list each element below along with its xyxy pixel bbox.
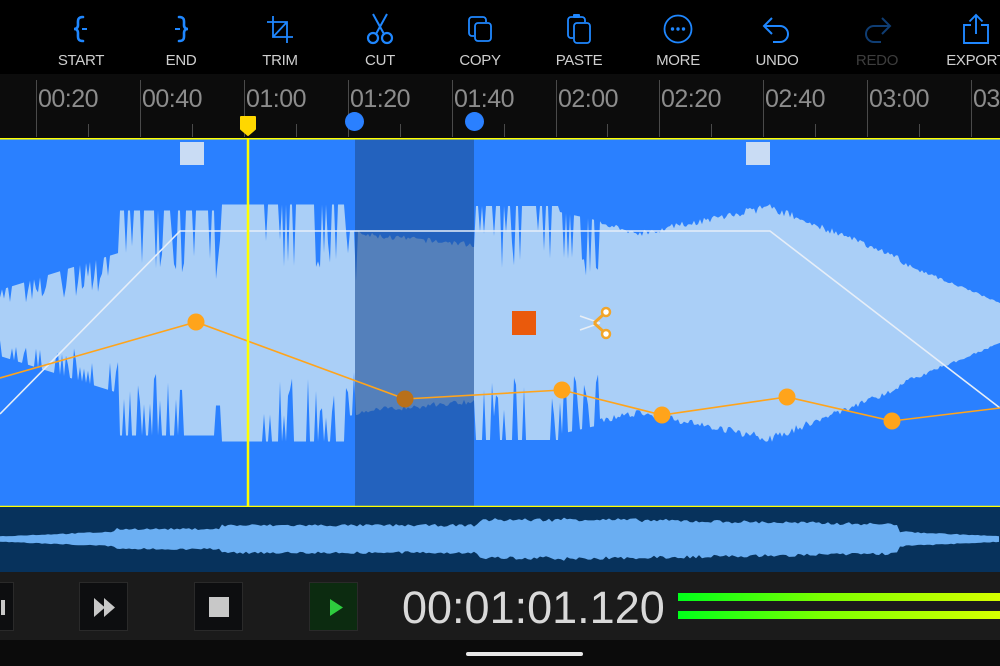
copy-label: COPY: [459, 52, 501, 69]
fade-out-handle[interactable]: [746, 142, 770, 165]
home-indicator-area: [0, 640, 1000, 666]
more-label: MORE: [656, 52, 700, 69]
ellipsis-circle-icon: [663, 14, 693, 44]
cut-button[interactable]: CUT: [330, 0, 430, 74]
ruler-minor-tick: [400, 124, 401, 137]
start-label: START: [57, 52, 105, 69]
end-button[interactable]: END: [131, 0, 231, 74]
ruler-major-tick: [763, 80, 764, 137]
copy-icon: [468, 16, 492, 42]
paste-label: PASTE: [555, 52, 603, 69]
crop-icon: [267, 16, 293, 43]
fast-forward-button[interactable]: [79, 582, 128, 631]
trim-button[interactable]: TRIM: [230, 0, 330, 74]
volume-point[interactable]: [553, 381, 571, 399]
ruler-time-label: 01:40: [454, 85, 515, 113]
ruler-time-label: 02:20: [661, 85, 722, 113]
timeline-ruler[interactable]: 00:20 00:40 01:00 01:20 01:40 02:00 02:20 02:40…: [0, 74, 1000, 138]
ruler-major-tick: [971, 80, 972, 137]
volume-point[interactable]: [883, 412, 901, 430]
overview-waveform-shape: [0, 517, 999, 561]
rewind-button[interactable]: [0, 582, 14, 631]
level-meter-right: [678, 611, 1000, 619]
ruler-time-label: 01:20: [350, 85, 411, 113]
ruler-time-label: 03:00: [869, 85, 930, 113]
volume-point[interactable]: [778, 388, 796, 406]
rewind-icon: [1, 600, 5, 615]
ruler-major-tick: [867, 80, 868, 137]
fast-forward-icon: [94, 598, 115, 617]
play-icon: [330, 599, 343, 616]
volume-point[interactable]: [653, 406, 671, 424]
ruler-minor-tick: [192, 124, 193, 137]
more-button[interactable]: MORE: [628, 0, 728, 74]
ruler-minor-tick: [504, 124, 505, 137]
overview-waveform[interactable]: [0, 507, 1000, 572]
copy-button[interactable]: COPY: [430, 0, 530, 74]
ruler-time-label: 00:40: [142, 85, 203, 113]
toolbar-partial-button[interactable]: R: [0, 0, 32, 74]
undo-arrow-icon: [762, 17, 789, 43]
ruler-minor-tick: [815, 124, 816, 137]
ruler-time-label: 01:00: [246, 85, 307, 113]
selection-end-handle[interactable]: [465, 112, 484, 131]
waveform-editor[interactable]: [0, 138, 1000, 508]
toolbar: R START END TRIM CUT: [0, 0, 1000, 74]
fade-in-handle[interactable]: [180, 142, 204, 165]
clipboard-icon: [567, 14, 591, 44]
selection-start-handle[interactable]: [345, 112, 364, 131]
set-end-brace-icon: [175, 15, 189, 43]
playhead-marker-icon[interactable]: [239, 115, 257, 137]
set-start-brace-icon: [73, 15, 87, 43]
ruler-minor-tick: [607, 124, 608, 137]
end-label: END: [165, 52, 197, 69]
undo-label: UNDO: [755, 52, 799, 69]
ruler-time-label: 02:00: [558, 85, 619, 113]
ruler-time-label: 03:20: [973, 85, 1000, 113]
play-button[interactable]: [309, 582, 358, 631]
ruler-time-label: 00:20: [38, 85, 99, 113]
ruler-minor-tick: [919, 124, 920, 137]
undo-button[interactable]: UNDO: [727, 0, 827, 74]
ruler-major-tick: [36, 80, 37, 137]
stop-icon: [209, 597, 229, 617]
volume-point[interactable]: [187, 313, 205, 331]
ruler-major-tick: [556, 80, 557, 137]
export-label: EXPORT: [946, 52, 1000, 69]
ruler-major-tick: [659, 80, 660, 137]
start-button[interactable]: START: [31, 0, 131, 74]
trim-label: TRIM: [262, 52, 298, 69]
transport-bar: 00:01:01.120: [0, 572, 1000, 640]
redo-arrow-icon: [865, 17, 892, 43]
redo-button[interactable]: REDO: [827, 0, 927, 74]
selection-region[interactable]: [355, 138, 474, 506]
level-meter-left: [678, 593, 1000, 601]
home-indicator[interactable]: [466, 652, 583, 656]
stop-square-icon[interactable]: [512, 311, 536, 335]
volume-point[interactable]: [396, 390, 414, 408]
ruler-minor-tick: [711, 124, 712, 137]
toolbar-partial-label: R: [0, 52, 32, 69]
ruler-time-label: 02:40: [765, 85, 826, 113]
export-button[interactable]: EXPORT: [926, 0, 1000, 74]
paste-button[interactable]: PASTE: [529, 0, 629, 74]
ruler-major-tick: [140, 80, 141, 137]
ruler-major-tick: [452, 80, 453, 137]
ruler-minor-tick: [296, 124, 297, 137]
timecode-display: 00:01:01.120: [402, 582, 665, 633]
cut-label: CUT: [365, 52, 395, 69]
redo-label: REDO: [855, 52, 899, 69]
stop-button[interactable]: [194, 582, 243, 631]
scissors-icon: [366, 13, 394, 45]
ruler-minor-tick: [88, 124, 89, 137]
share-icon: [963, 13, 989, 44]
